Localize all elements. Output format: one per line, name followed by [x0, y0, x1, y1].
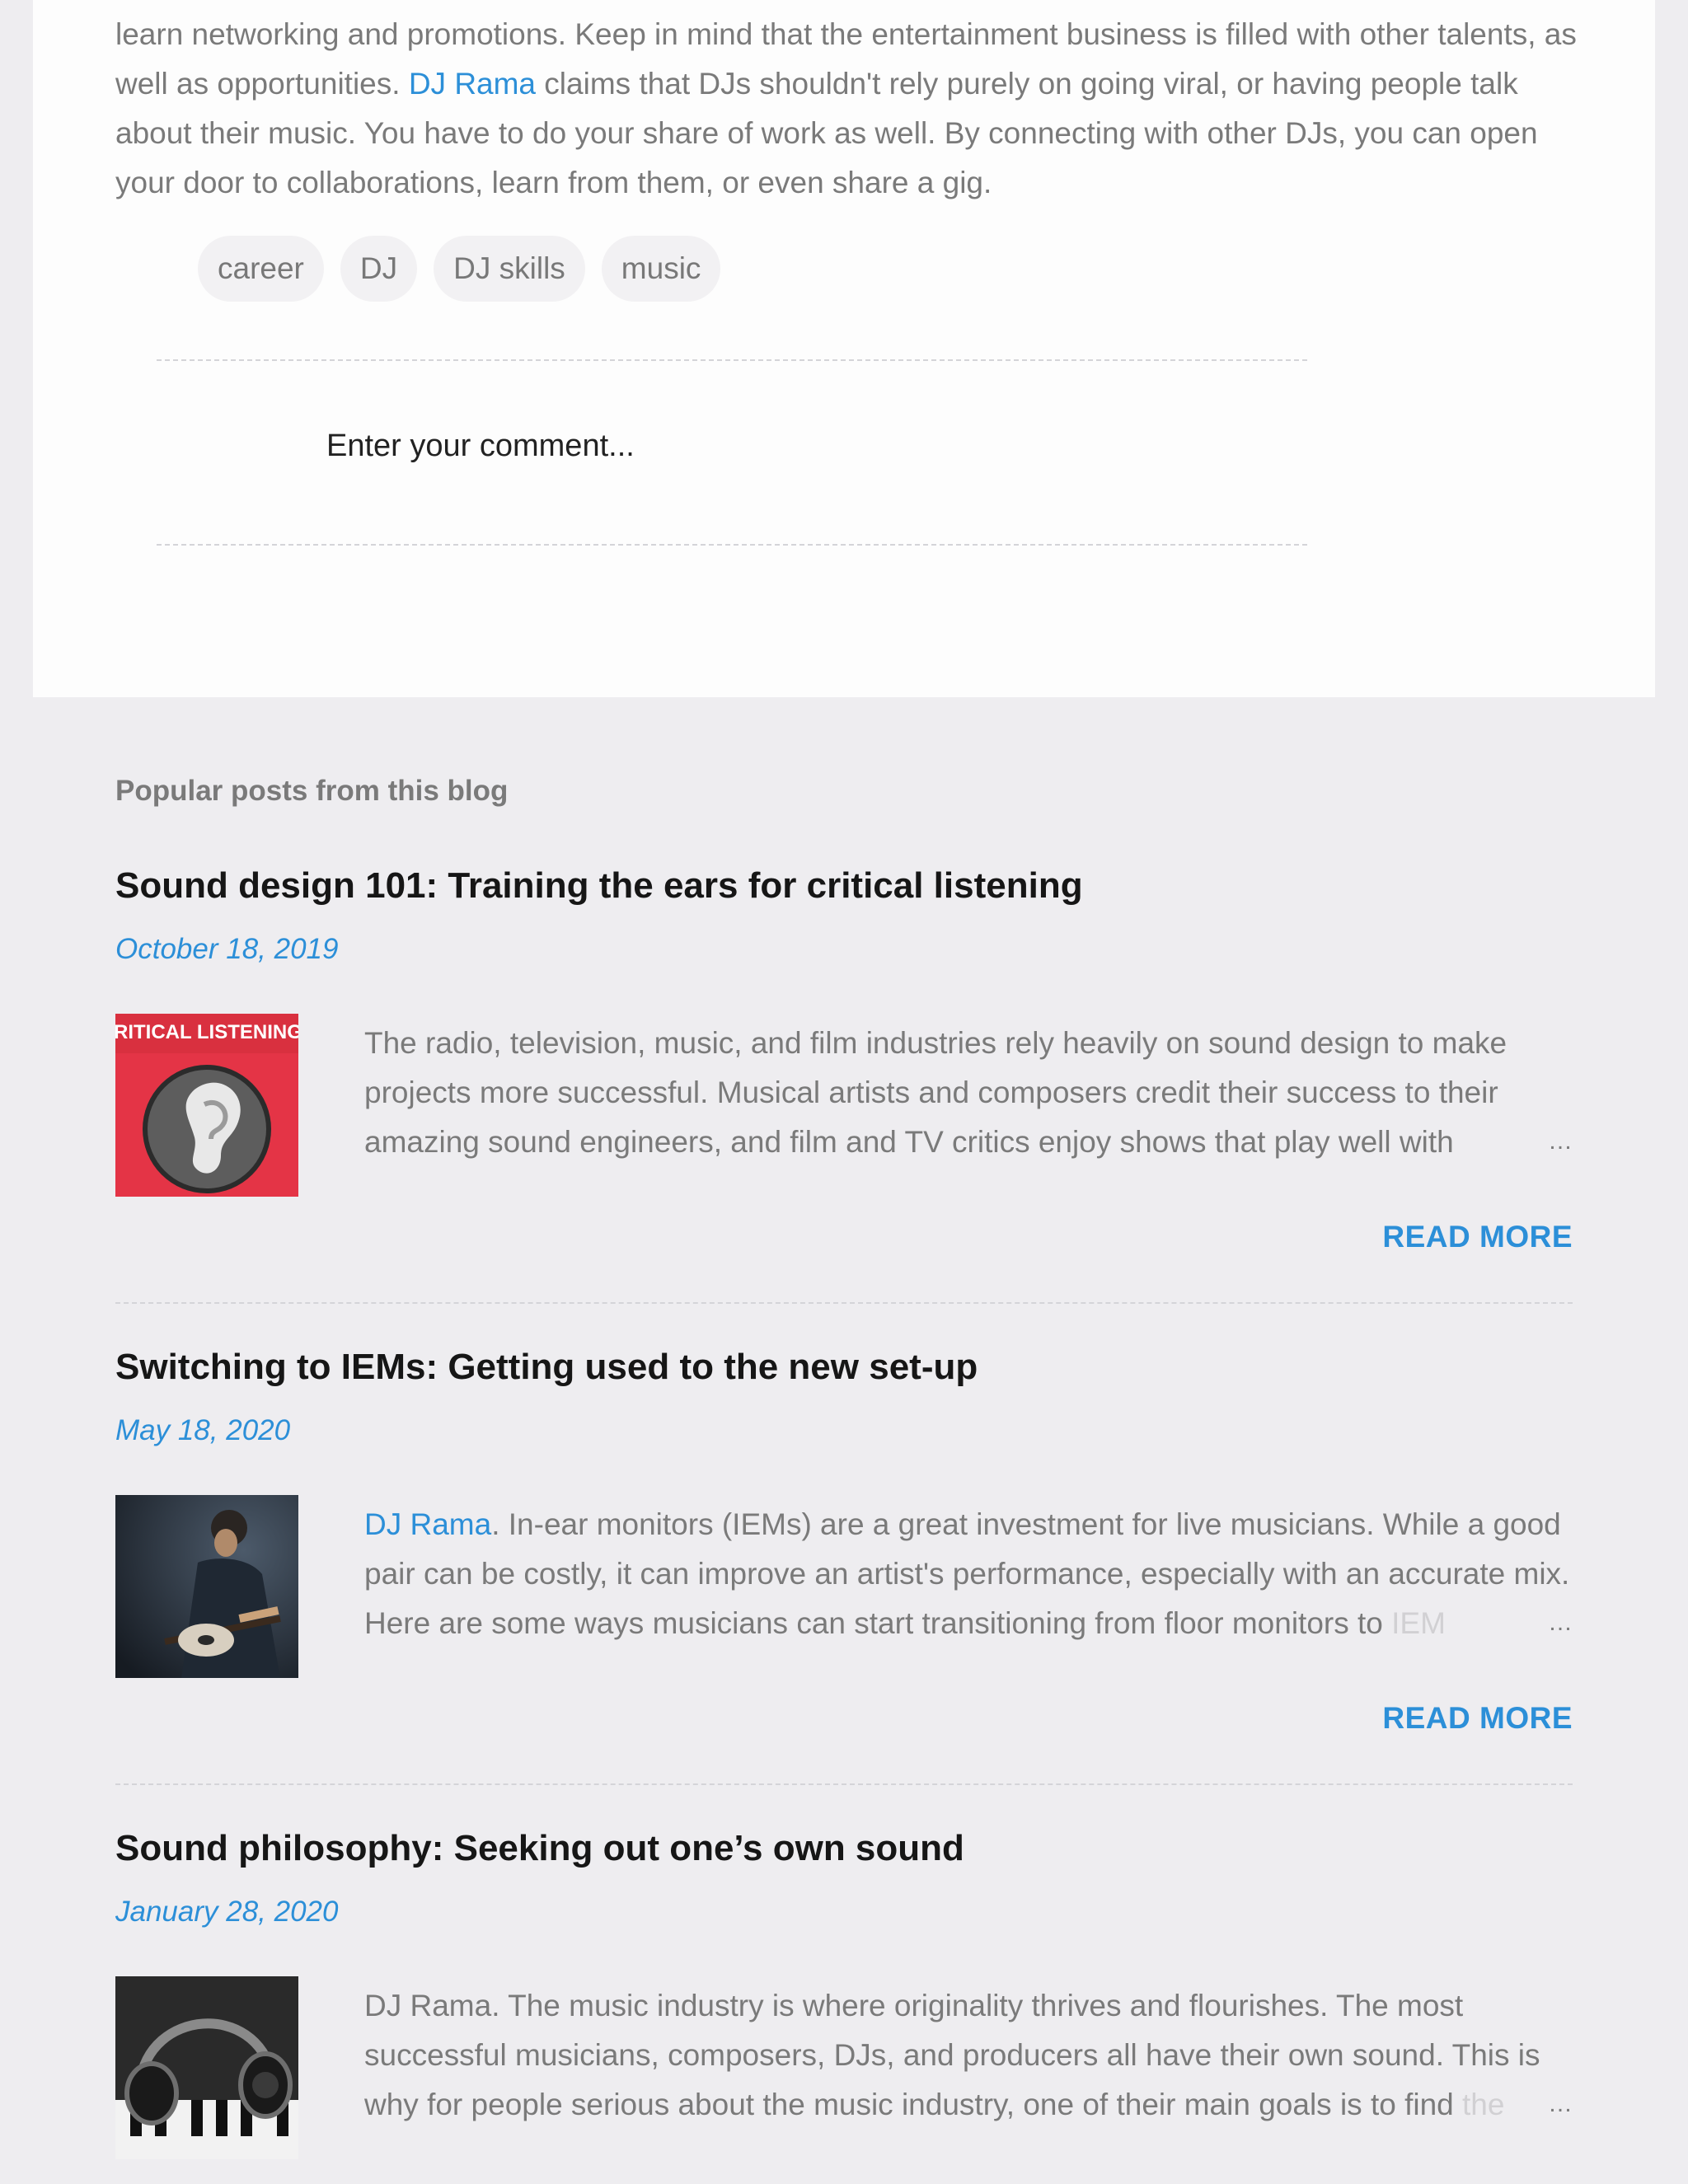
dj-rama-link[interactable]: DJ Rama	[409, 67, 536, 101]
headphones-piano-thumbnail-image	[115, 1976, 298, 2159]
popular-post-snippet: DJ Rama. In-ear monitors (IEMs) are a gr…	[364, 1500, 1573, 1648]
snippet-text: . In-ear monitors (IEMs) are a great inv…	[364, 1507, 1570, 1640]
popular-post-date[interactable]: October 18, 2019	[115, 933, 338, 966]
snippet-fade-text: IEM	[1391, 1606, 1446, 1640]
label-chip-music[interactable]: music	[601, 236, 721, 302]
headphones-piano-thumbnail[interactable]	[115, 1976, 298, 2159]
popular-posts-heading: Popular posts from this blog	[115, 775, 509, 807]
snippet-ellipsis: …	[1548, 1609, 1573, 1636]
dj-rama-link[interactable]: DJ Rama	[364, 1507, 491, 1541]
read-more-link[interactable]: READ MORE	[1382, 1701, 1573, 1736]
snippet-text: The radio, television, music, and film i…	[364, 1026, 1507, 1159]
popular-post-date[interactable]: May 18, 2020	[115, 1414, 290, 1447]
popular-post-snippet: The radio, television, music, and film i…	[364, 1019, 1573, 1167]
post-divider	[115, 1302, 1573, 1304]
comment-input[interactable]: Enter your comment...	[326, 429, 635, 464]
comment-divider-bottom	[157, 544, 1307, 546]
snippet-ellipsis: …	[1548, 2090, 1573, 2117]
popular-post-date[interactable]: January 28, 2020	[115, 1896, 338, 1929]
popular-post-title[interactable]: Sound philosophy: Seeking out one’s own …	[115, 1828, 964, 1869]
popular-post: Switching to IEMs: Getting used to the n…	[115, 1347, 1573, 1785]
post-card: learn networking and promotions. Keep in…	[33, 0, 1655, 697]
post-labels: career DJ DJ skills music	[198, 236, 721, 302]
thumb-caption: RITICAL LISTENING	[115, 1021, 298, 1043]
ear-thumbnail[interactable]: RITICAL LISTENING	[115, 1014, 298, 1197]
post-body: learn networking and promotions. Keep in…	[115, 10, 1599, 208]
label-chip-dj[interactable]: DJ	[340, 236, 418, 302]
popular-post: Sound philosophy: Seeking out one’s own …	[115, 1828, 1573, 2184]
label-chip-dj-skills[interactable]: DJ skills	[434, 236, 585, 302]
snippet-text: DJ Rama. The music industry is where ori…	[364, 1989, 1540, 2121]
snippet-fade-text: the	[1462, 2088, 1505, 2121]
guitarist-thumbnail[interactable]	[115, 1495, 298, 1678]
ear-thumbnail-image: RITICAL LISTENING	[115, 1014, 298, 1197]
guitarist-thumbnail-image	[115, 1495, 298, 1678]
label-chip-career[interactable]: career	[198, 236, 324, 302]
popular-post-title[interactable]: Switching to IEMs: Getting used to the n…	[115, 1347, 978, 1388]
popular-post: Sound design 101: Training the ears for …	[115, 865, 1573, 1304]
snippet-ellipsis: …	[1548, 1127, 1573, 1155]
comment-divider-top	[157, 359, 1307, 361]
popular-post-snippet: DJ Rama. The music industry is where ori…	[364, 1981, 1573, 2130]
post-divider	[115, 1783, 1573, 1785]
read-more-link[interactable]: READ MORE	[1382, 1220, 1573, 1254]
popular-post-title[interactable]: Sound design 101: Training the ears for …	[115, 865, 1083, 907]
